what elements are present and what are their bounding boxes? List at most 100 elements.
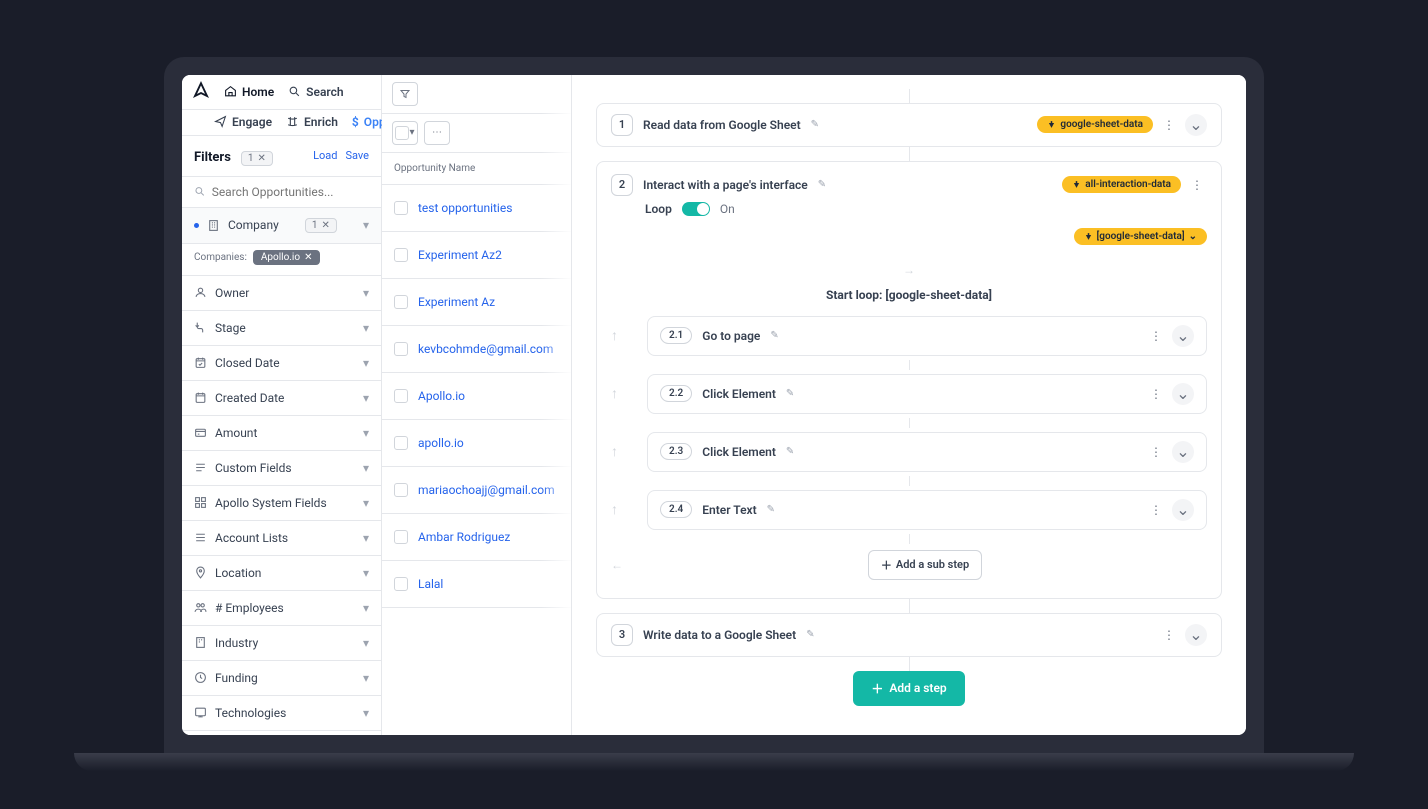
filter-owner[interactable]: Owner▾ — [182, 276, 381, 311]
row-checkbox[interactable] — [394, 248, 408, 262]
loop-data-tag[interactable]: [google-sheet-data] ⌄ — [1074, 228, 1207, 245]
filter-count-badge[interactable]: 1✕ — [241, 151, 273, 166]
filter-industry[interactable]: Industry▾ — [182, 626, 381, 661]
edit-icon[interactable]: ✎ — [786, 446, 794, 457]
filter-apollo-system-fields[interactable]: Apollo System Fields▾ — [182, 486, 381, 521]
filter-technologies[interactable]: Technologies▾ — [182, 696, 381, 731]
row-checkbox[interactable] — [394, 577, 408, 591]
arrow-up-icon: ↑ — [611, 385, 623, 402]
more-icon[interactable]: ⋮ — [1146, 500, 1166, 520]
opportunity-row[interactable]: Experiment Az2 — [382, 232, 571, 279]
opportunity-row[interactable]: Ambar Rodriguez — [382, 514, 571, 561]
edit-icon[interactable]: ✎ — [767, 504, 775, 515]
row-checkbox[interactable] — [394, 436, 408, 450]
mid-toolbar — [382, 75, 571, 114]
save-link[interactable]: Save — [345, 149, 369, 162]
more-icon[interactable]: ⋮ — [1159, 625, 1179, 645]
opportunity-row[interactable]: Experiment Az — [382, 279, 571, 326]
load-link[interactable]: Load — [313, 149, 337, 162]
filter-location[interactable]: Location▾ — [182, 556, 381, 591]
more-icon[interactable]: ⋮ — [1146, 442, 1166, 462]
sub-step[interactable]: 2.2Click Element✎⋮⌄ — [647, 374, 1207, 414]
loop-toggle[interactable] — [682, 202, 710, 216]
add-step-button[interactable]: ＋ Add a step — [853, 671, 964, 706]
chip-close-icon[interactable]: ✕ — [304, 252, 312, 263]
filter-closed-date[interactable]: Closed Date▾ — [182, 346, 381, 381]
row-checkbox[interactable] — [394, 295, 408, 309]
data-tag[interactable]: all-interaction-data — [1062, 176, 1181, 193]
row-checkbox[interactable] — [394, 530, 408, 544]
search-input[interactable] — [212, 185, 369, 199]
chevron-down-icon: ▾ — [363, 356, 369, 370]
chevron-down-icon: ▾ — [363, 496, 369, 510]
opportunity-row[interactable]: apollo.io — [382, 420, 571, 467]
filter-amount[interactable]: Amount▾ — [182, 416, 381, 451]
arrow-right-icon: → — [903, 263, 915, 277]
opportunity-row[interactable]: kevbcohmde@gmail.com — [382, 326, 571, 373]
nav-engage[interactable]: Engage — [214, 115, 272, 129]
nav-home[interactable]: Home — [224, 85, 274, 99]
filter-icon — [194, 531, 207, 544]
edit-icon[interactable]: ✎ — [786, 388, 794, 399]
chevron-down-icon[interactable]: ⌄ — [1172, 325, 1194, 347]
row-checkbox[interactable] — [394, 342, 408, 356]
sub-step-num: 2.2 — [660, 385, 692, 402]
chevron-down-icon[interactable]: ⌄ — [1172, 383, 1194, 405]
filters-header: Filters 1✕ Load Save — [182, 136, 381, 177]
row-checkbox[interactable] — [394, 201, 408, 215]
more-icon[interactable]: ⋮ — [1159, 115, 1179, 135]
row-checkbox[interactable] — [394, 389, 408, 403]
opportunity-row[interactable]: test opportunities — [382, 185, 571, 232]
data-tag[interactable]: google-sheet-data — [1037, 116, 1153, 133]
edit-icon[interactable]: ✎ — [811, 119, 819, 130]
filter-stage[interactable]: Stage▾ — [182, 311, 381, 346]
chevron-down-icon[interactable]: ⌄ — [1172, 441, 1194, 463]
filter-company[interactable]: Company 1✕ ▾ — [182, 208, 381, 244]
nav-enrich[interactable]: Enrich — [286, 115, 338, 129]
chevron-down-icon: ▾ — [363, 531, 369, 545]
step-1[interactable]: 1 Read data from Google Sheet ✎ google-s… — [596, 103, 1222, 147]
filter-funding[interactable]: Funding▾ — [182, 661, 381, 696]
chevron-down-icon: ▾ — [363, 601, 369, 615]
row-checkbox[interactable] — [394, 483, 408, 497]
step-3[interactable]: 3 Write data to a Google Sheet ✎ ⋮ ⌄ — [596, 613, 1222, 657]
add-sub-step-button[interactable]: ＋ Add a sub step — [868, 550, 982, 580]
more-icon[interactable]: ⋮ — [1187, 175, 1207, 195]
nav-search[interactable]: Search — [288, 85, 343, 99]
step-label: Interact with a page's interface — [643, 178, 808, 192]
chevron-down-icon[interactable]: ⌄ — [1172, 499, 1194, 521]
company-count-badge[interactable]: 1✕ — [305, 218, 337, 233]
filter-account-lists[interactable]: Account Lists▾ — [182, 521, 381, 556]
close-icon[interactable]: ✕ — [257, 153, 265, 164]
company-chip[interactable]: Apollo.io✕ — [253, 250, 321, 265]
chevron-down-icon[interactable]: ⌄ — [1185, 114, 1207, 136]
filter-company-sub: Companies: Apollo.io✕ — [182, 244, 381, 276]
arrow-up-icon: ↑ — [611, 443, 623, 460]
edit-icon[interactable]: ✎ — [770, 330, 778, 341]
opportunity-row[interactable]: Apollo.io — [382, 373, 571, 420]
chevron-down-icon: ▾ — [363, 218, 369, 232]
chevron-down-icon[interactable]: ⌄ — [1185, 624, 1207, 646]
opportunity-row[interactable]: mariaochoajj@gmail.com — [382, 467, 571, 514]
select-all-checkbox[interactable]: ▾ — [392, 121, 418, 145]
sub-step[interactable]: 2.1Go to page✎⋮⌄ — [647, 316, 1207, 356]
loop-label: Loop — [645, 202, 672, 216]
filter--employees[interactable]: # Employees▾ — [182, 591, 381, 626]
filter-created-date[interactable]: Created Date▾ — [182, 381, 381, 416]
more-icon[interactable]: ⋮ — [1146, 326, 1166, 346]
filter-icon — [194, 356, 207, 369]
filter-icon — [194, 636, 207, 649]
step-2[interactable]: 2 Interact with a page's interface ✎ all… — [611, 174, 1207, 196]
edit-icon[interactable]: ✎ — [818, 179, 826, 190]
more-icon[interactable]: ⋮ — [1146, 384, 1166, 404]
step-label: Read data from Google Sheet — [643, 118, 801, 132]
edit-icon[interactable]: ✎ — [806, 629, 814, 640]
sub-step[interactable]: 2.3Click Element✎⋮⌄ — [647, 432, 1207, 472]
chevron-down-icon: ▾ — [363, 391, 369, 405]
filter-custom-fields[interactable]: Custom Fields▾ — [182, 451, 381, 486]
opportunity-row[interactable]: Lalal — [382, 561, 571, 608]
more-button[interactable]: ⋯ — [424, 121, 450, 145]
sub-step[interactable]: 2.4Enter Text✎⋮⌄ — [647, 490, 1207, 530]
filter-icon-button[interactable] — [392, 82, 418, 106]
building-icon — [207, 219, 220, 232]
